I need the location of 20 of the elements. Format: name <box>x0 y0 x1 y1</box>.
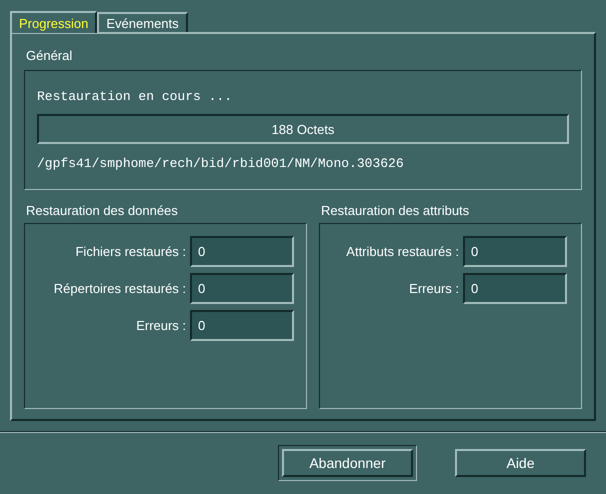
progress-text: 188 Octets <box>272 122 334 136</box>
group-title: Général <box>25 48 74 65</box>
count-field[interactable]: 0 <box>190 273 294 304</box>
field-label: Répertoires restaurés : <box>54 281 186 296</box>
dialog-button[interactable]: Aide <box>455 449 586 477</box>
group-title: Restauration des données <box>25 203 179 220</box>
dialog-button[interactable]: Abandonner <box>282 449 413 477</box>
field-label: Erreurs : <box>136 318 186 333</box>
status-text: Restauration en cours ... <box>37 89 234 104</box>
field-label: Attributs restaurés : <box>346 244 459 259</box>
field-label: Erreurs : <box>409 281 459 296</box>
count-field[interactable]: 0 <box>190 236 294 267</box>
count-field[interactable]: 0 <box>463 273 567 304</box>
file-path: /gpfs41/smphome/rech/bid/rbid001/NM/Mono.303626 <box>37 156 405 171</box>
count-field[interactable]: 0 <box>190 310 294 341</box>
tab[interactable]: Evénements <box>97 12 188 32</box>
group-title: Restauration des attributs <box>320 203 470 220</box>
tab[interactable]: Progression <box>10 11 98 33</box>
count-field[interactable]: 0 <box>463 236 567 267</box>
field-label: Fichiers restaurés : <box>75 244 186 259</box>
